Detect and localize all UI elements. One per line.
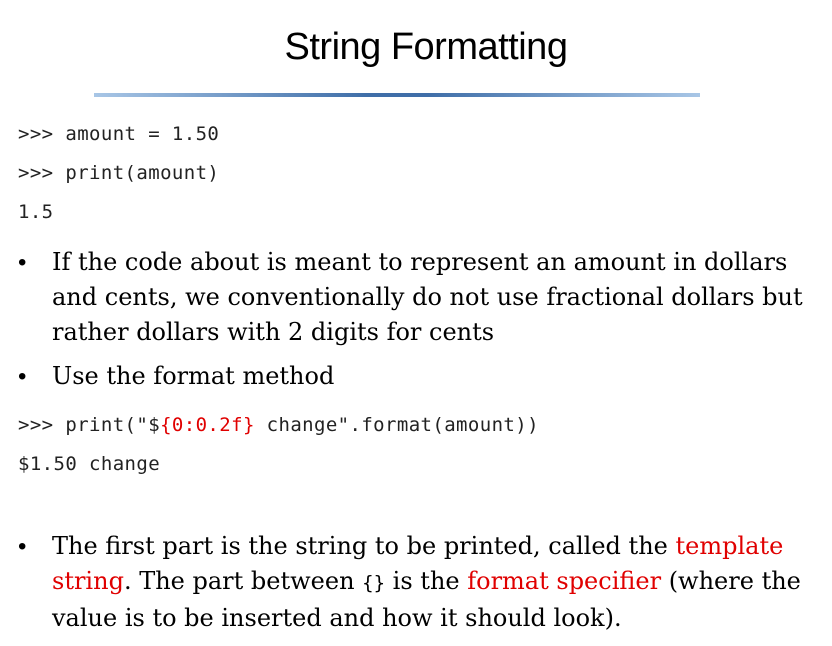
bullet-text: If the code about is meant to represent …	[52, 248, 803, 346]
code-line-output: 1.5	[18, 201, 54, 223]
term-format-specifier: format specifier	[467, 567, 662, 595]
code-suffix: change".format(amount))	[254, 414, 539, 436]
code-format-spec: {0:0.2f}	[160, 414, 255, 436]
text-part: . The part between	[123, 567, 363, 595]
bullet-dot-icon: •	[18, 363, 27, 390]
text-part: The first part is the string to be print…	[52, 532, 676, 560]
code-line-format-call: >>> print("${0:0.2f} change".format(amou…	[18, 414, 539, 436]
slide: String Formatting >>> amount = 1.50 >>> …	[0, 0, 832, 646]
code-line-print: >>> print(amount)	[18, 162, 220, 184]
braces-code: {}	[362, 572, 386, 594]
bullet-template-explanation: • The first part is the string to be pri…	[18, 529, 818, 636]
bullet-dot-icon: •	[18, 533, 27, 560]
code-line-assign: >>> amount = 1.50	[18, 123, 220, 145]
bullet-dot-icon: •	[18, 249, 27, 276]
bullet-format-method: • Use the format method	[18, 359, 818, 394]
code-line-format-output: $1.50 change	[18, 453, 161, 475]
code-prefix: >>> print("$	[18, 414, 161, 436]
text-part: is the	[385, 567, 468, 595]
bullet-text: Use the format method	[52, 362, 335, 390]
bullet-dollars-cents: • If the code about is meant to represen…	[18, 245, 818, 350]
bullet-text: The first part is the string to be print…	[18, 529, 818, 636]
slide-title: String Formatting	[284, 26, 568, 68]
title-underline	[94, 93, 700, 97]
